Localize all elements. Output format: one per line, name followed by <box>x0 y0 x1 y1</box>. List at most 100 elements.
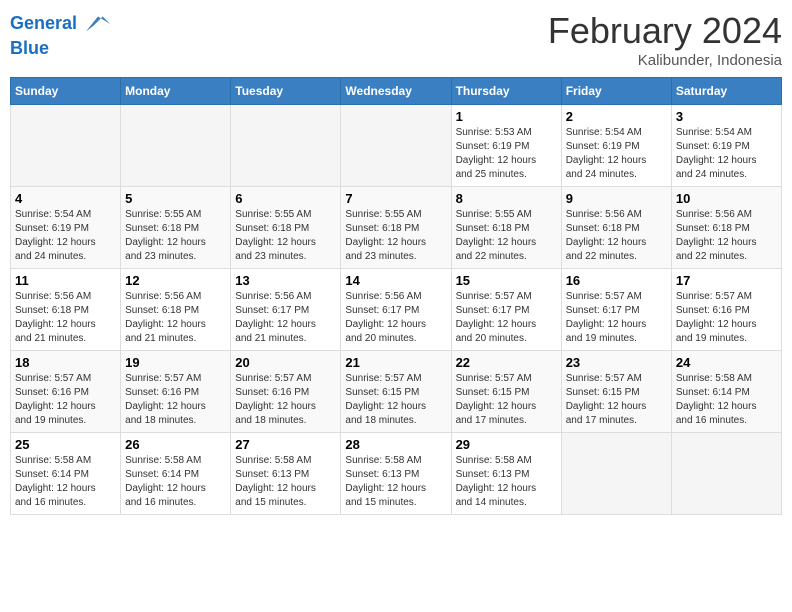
calendar-row: 25 Sunrise: 5:58 AM Sunset: 6:14 PM Dayli… <box>11 433 782 515</box>
day-number: 14 <box>345 273 446 288</box>
calendar-cell: 11 Sunrise: 5:56 AM Sunset: 6:18 PM Dayli… <box>11 269 121 351</box>
day-number: 15 <box>456 273 557 288</box>
day-number: 5 <box>125 191 226 206</box>
day-info: Sunrise: 5:57 AM Sunset: 6:15 PM Dayligh… <box>566 372 667 428</box>
day-number: 28 <box>345 437 446 452</box>
day-info: Sunrise: 5:57 AM Sunset: 6:15 PM Dayligh… <box>456 372 557 428</box>
calendar-row: 18 Sunrise: 5:57 AM Sunset: 6:16 PM Dayli… <box>11 351 782 433</box>
weekday-header: Sunday <box>11 78 121 105</box>
day-number: 2 <box>566 109 667 124</box>
day-info: Sunrise: 5:57 AM Sunset: 6:16 PM Dayligh… <box>125 372 226 428</box>
day-info: Sunrise: 5:57 AM Sunset: 6:17 PM Dayligh… <box>566 290 667 346</box>
day-number: 21 <box>345 355 446 370</box>
weekday-header: Thursday <box>451 78 561 105</box>
calendar-cell <box>341 105 451 187</box>
calendar-cell: 29 Sunrise: 5:58 AM Sunset: 6:13 PM Dayli… <box>451 433 561 515</box>
calendar-cell: 25 Sunrise: 5:58 AM Sunset: 6:14 PM Dayli… <box>11 433 121 515</box>
day-info: Sunrise: 5:57 AM Sunset: 6:15 PM Dayligh… <box>345 372 446 428</box>
day-number: 16 <box>566 273 667 288</box>
calendar-cell <box>231 105 341 187</box>
header-row: SundayMondayTuesdayWednesdayThursdayFrid… <box>11 78 782 105</box>
day-number: 1 <box>456 109 557 124</box>
day-info: Sunrise: 5:56 AM Sunset: 6:18 PM Dayligh… <box>15 290 116 346</box>
location-title: Kalibunder, Indonesia <box>548 52 782 69</box>
calendar-row: 1 Sunrise: 5:53 AM Sunset: 6:19 PM Daylig… <box>11 105 782 187</box>
day-number: 7 <box>345 191 446 206</box>
title-section: February 2024 Kalibunder, Indonesia <box>548 10 782 69</box>
logo: General Blue <box>10 10 112 60</box>
day-number: 26 <box>125 437 226 452</box>
day-info: Sunrise: 5:57 AM Sunset: 6:16 PM Dayligh… <box>676 290 777 346</box>
day-number: 22 <box>456 355 557 370</box>
day-number: 12 <box>125 273 226 288</box>
calendar-cell: 26 Sunrise: 5:58 AM Sunset: 6:14 PM Dayli… <box>121 433 231 515</box>
day-number: 13 <box>235 273 336 288</box>
calendar-cell: 9Sunrise: 5:56 AM Sunset: 6:18 PM Daylig… <box>561 187 671 269</box>
day-info: Sunrise: 5:53 AM Sunset: 6:19 PM Dayligh… <box>456 126 557 182</box>
logo-icon <box>84 10 112 38</box>
day-info: Sunrise: 5:58 AM Sunset: 6:13 PM Dayligh… <box>235 454 336 510</box>
day-info: Sunrise: 5:55 AM Sunset: 6:18 PM Dayligh… <box>235 208 336 264</box>
calendar-cell: 27Sunrise: 5:58 AM Sunset: 6:13 PM Dayli… <box>231 433 341 515</box>
weekday-header: Saturday <box>671 78 781 105</box>
day-info: Sunrise: 5:54 AM Sunset: 6:19 PM Dayligh… <box>15 208 116 264</box>
calendar-cell: 20 Sunrise: 5:57 AM Sunset: 6:16 PM Dayli… <box>231 351 341 433</box>
calendar-cell: 13 Sunrise: 5:56 AM Sunset: 6:17 PM Dayli… <box>231 269 341 351</box>
day-info: Sunrise: 5:56 AM Sunset: 6:18 PM Dayligh… <box>676 208 777 264</box>
day-number: 18 <box>15 355 116 370</box>
day-info: Sunrise: 5:57 AM Sunset: 6:17 PM Dayligh… <box>456 290 557 346</box>
weekday-header: Friday <box>561 78 671 105</box>
calendar-row: 4 Sunrise: 5:54 AM Sunset: 6:19 PM Daylig… <box>11 187 782 269</box>
day-number: 19 <box>125 355 226 370</box>
calendar-cell: 7 Sunrise: 5:55 AM Sunset: 6:18 PM Daylig… <box>341 187 451 269</box>
calendar-cell: 18 Sunrise: 5:57 AM Sunset: 6:16 PM Dayli… <box>11 351 121 433</box>
day-info: Sunrise: 5:54 AM Sunset: 6:19 PM Dayligh… <box>676 126 777 182</box>
calendar-cell: 1 Sunrise: 5:53 AM Sunset: 6:19 PM Daylig… <box>451 105 561 187</box>
calendar-cell: 3 Sunrise: 5:54 AM Sunset: 6:19 PM Daylig… <box>671 105 781 187</box>
day-number: 23 <box>566 355 667 370</box>
calendar-cell: 17Sunrise: 5:57 AM Sunset: 6:16 PM Dayli… <box>671 269 781 351</box>
calendar-cell: 23 Sunrise: 5:57 AM Sunset: 6:15 PM Dayli… <box>561 351 671 433</box>
calendar-cell: 4 Sunrise: 5:54 AM Sunset: 6:19 PM Daylig… <box>11 187 121 269</box>
calendar-cell: 2Sunrise: 5:54 AM Sunset: 6:19 PM Daylig… <box>561 105 671 187</box>
calendar-cell: 21 Sunrise: 5:57 AM Sunset: 6:15 PM Dayli… <box>341 351 451 433</box>
calendar-row: 11 Sunrise: 5:56 AM Sunset: 6:18 PM Dayli… <box>11 269 782 351</box>
day-number: 24 <box>676 355 777 370</box>
day-number: 25 <box>15 437 116 452</box>
day-info: Sunrise: 5:56 AM Sunset: 6:17 PM Dayligh… <box>235 290 336 346</box>
day-info: Sunrise: 5:56 AM Sunset: 6:18 PM Dayligh… <box>125 290 226 346</box>
day-number: 20 <box>235 355 336 370</box>
calendar-cell: 16 Sunrise: 5:57 AM Sunset: 6:17 PM Dayli… <box>561 269 671 351</box>
calendar-table: SundayMondayTuesdayWednesdayThursdayFrid… <box>10 77 782 515</box>
calendar-cell <box>11 105 121 187</box>
calendar-cell: 10Sunrise: 5:56 AM Sunset: 6:18 PM Dayli… <box>671 187 781 269</box>
calendar-cell <box>671 433 781 515</box>
day-number: 9 <box>566 191 667 206</box>
day-info: Sunrise: 5:58 AM Sunset: 6:13 PM Dayligh… <box>456 454 557 510</box>
day-info: Sunrise: 5:56 AM Sunset: 6:17 PM Dayligh… <box>345 290 446 346</box>
calendar-cell: 24 Sunrise: 5:58 AM Sunset: 6:14 PM Dayli… <box>671 351 781 433</box>
calendar-cell: 6Sunrise: 5:55 AM Sunset: 6:18 PM Daylig… <box>231 187 341 269</box>
day-info: Sunrise: 5:58 AM Sunset: 6:13 PM Dayligh… <box>345 454 446 510</box>
calendar-cell: 15 Sunrise: 5:57 AM Sunset: 6:17 PM Dayli… <box>451 269 561 351</box>
day-info: Sunrise: 5:58 AM Sunset: 6:14 PM Dayligh… <box>125 454 226 510</box>
calendar-cell <box>121 105 231 187</box>
calendar-cell: 28 Sunrise: 5:58 AM Sunset: 6:13 PM Dayli… <box>341 433 451 515</box>
day-info: Sunrise: 5:58 AM Sunset: 6:14 PM Dayligh… <box>15 454 116 510</box>
calendar-cell: 19 Sunrise: 5:57 AM Sunset: 6:16 PM Dayli… <box>121 351 231 433</box>
day-number: 3 <box>676 109 777 124</box>
calendar-cell: 12 Sunrise: 5:56 AM Sunset: 6:18 PM Dayli… <box>121 269 231 351</box>
day-number: 29 <box>456 437 557 452</box>
day-number: 4 <box>15 191 116 206</box>
logo-text: General Blue <box>10 10 112 60</box>
weekday-header: Monday <box>121 78 231 105</box>
day-info: Sunrise: 5:55 AM Sunset: 6:18 PM Dayligh… <box>345 208 446 264</box>
weekday-header: Wednesday <box>341 78 451 105</box>
day-number: 11 <box>15 273 116 288</box>
day-info: Sunrise: 5:57 AM Sunset: 6:16 PM Dayligh… <box>235 372 336 428</box>
calendar-cell: 5Sunrise: 5:55 AM Sunset: 6:18 PM Daylig… <box>121 187 231 269</box>
day-info: Sunrise: 5:58 AM Sunset: 6:14 PM Dayligh… <box>676 372 777 428</box>
calendar-header: SundayMondayTuesdayWednesdayThursdayFrid… <box>11 78 782 105</box>
day-number: 8 <box>456 191 557 206</box>
day-info: Sunrise: 5:57 AM Sunset: 6:16 PM Dayligh… <box>15 372 116 428</box>
